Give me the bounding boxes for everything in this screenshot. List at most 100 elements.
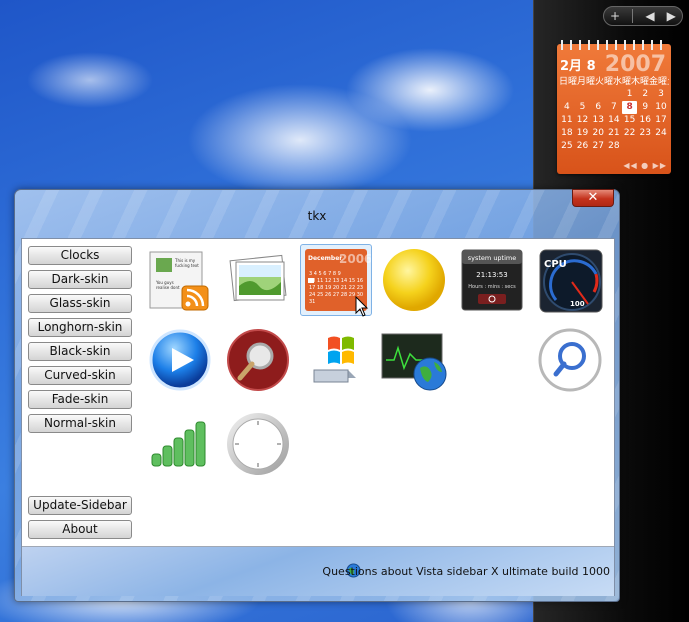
dark-skin-button[interactable]: Dark-skin (28, 270, 132, 289)
update-sidebar-button[interactable]: Update-Sidebar (28, 496, 132, 515)
sidebar-controls: + ◀ ▶ (603, 6, 683, 26)
black-skin-button[interactable]: Black-skin (28, 342, 132, 361)
svg-text:system uptime: system uptime (468, 254, 517, 262)
calendar-week-row: 18 19 20 21 22 23 24 (559, 127, 669, 140)
calendar-day[interactable]: 3 (653, 88, 669, 101)
slideshow-gadget[interactable] (222, 244, 294, 316)
status-text[interactable]: Questions about Vista sidebar X ultimate… (322, 565, 610, 578)
system-uptime-gadget[interactable]: system uptime 21:13:53 Hours : mins : se… (456, 244, 528, 316)
cpu-meter-gadget[interactable]: CPU 100 (534, 244, 606, 316)
sun-icon (383, 249, 445, 311)
calendar-day[interactable]: 27 (590, 140, 606, 153)
svg-text:3 4 5 6 7 8 9: 3 4 5 6 7 8 9 (309, 271, 341, 277)
calendar-weekday-header: 日曜月曜火曜水曜木曜金曜土曜 (559, 77, 669, 87)
calendar-day[interactable]: 8 (621, 101, 638, 114)
uptime-icon: system uptime 21:13:53 Hours : mins : se… (461, 249, 523, 311)
svg-text:December: December (308, 255, 342, 262)
calendar-day[interactable]: 21 (606, 127, 622, 140)
window-client-area: Clocks Dark-skin Glass-skin Longhorn-ski… (21, 238, 615, 596)
glass-skin-button[interactable]: Glass-skin (28, 294, 132, 313)
calendar-week-row: 25 26 27 28 (559, 140, 669, 153)
fade-skin-button[interactable]: Fade-skin (28, 390, 132, 409)
calendar-day[interactable]: 6 (590, 101, 606, 114)
svg-text:realise dont: realise dont (156, 285, 180, 290)
feed-headlines-gadget[interactable]: This is my fucking text You guys realise… (144, 244, 216, 316)
calendar-day[interactable]: 19 (575, 127, 591, 140)
search-gadget[interactable] (222, 324, 294, 396)
svg-text:100: 100 (570, 300, 585, 308)
status-bar: Questions about Vista sidebar X ultimate… (22, 546, 614, 596)
calendar-day (606, 88, 622, 101)
calendar-day[interactable]: 26 (575, 140, 591, 153)
calendar-day[interactable]: 10 (653, 101, 669, 114)
divider (632, 9, 634, 23)
calendar-day[interactable]: 18 (559, 127, 575, 140)
svg-text:10 11 12 13 14 15 16: 10 11 12 13 14 15 16 (309, 278, 363, 284)
settings-window: tkx ✕ Clocks Dark-skin Glass-skin Longho… (14, 189, 620, 602)
calendar-day[interactable]: 14 (606, 114, 622, 127)
svg-text:2006: 2006 (339, 252, 371, 266)
calendar-day[interactable]: 28 (606, 140, 622, 153)
calendar-day[interactable]: 4 (559, 101, 575, 114)
next-page-button[interactable]: ▶ (667, 7, 676, 25)
calendar-day[interactable]: 25 (559, 140, 575, 153)
calendar-week-row: 4 5 6 7 8 9 10 (559, 101, 669, 114)
signal-bars-icon (151, 421, 206, 467)
live-search-icon (538, 328, 602, 392)
calendar-day[interactable]: 22 (622, 127, 638, 140)
svg-text:17 18 19 20 21 22 23: 17 18 19 20 21 22 23 (309, 285, 363, 291)
magnifier-icon (227, 329, 289, 391)
normal-skin-button[interactable]: Normal-skin (28, 414, 132, 433)
picture-icon (229, 254, 287, 302)
calendar-day[interactable]: 11 (559, 114, 575, 127)
calendar-day (653, 140, 669, 153)
calendar-day[interactable]: 13 (590, 114, 606, 127)
calendar-day[interactable]: 17 (653, 114, 669, 127)
calendar-day (559, 88, 575, 101)
network-globe-icon (381, 333, 447, 391)
calendar-day[interactable]: 9 (637, 101, 653, 114)
media-player-gadget[interactable] (144, 324, 216, 396)
bottom-menu: Update-Sidebar About (28, 496, 134, 544)
add-gadget-button[interactable]: + (610, 7, 620, 25)
calendar-day[interactable]: 23 (637, 127, 653, 140)
clocks-button[interactable]: Clocks (28, 246, 132, 265)
calendar-day[interactable]: 5 (575, 101, 591, 114)
calendar-day[interactable]: 20 (590, 127, 606, 140)
svg-text:Hours : mins : secs: Hours : mins : secs (468, 284, 516, 290)
calendar-grid: 1 2 3 4 5 6 7 8 9 10 11 12 13 14 15 16 17 18 19 20 21 22 23 24 2… (559, 88, 669, 153)
calendar-day[interactable]: 12 (575, 114, 591, 127)
feed-icon: This is my fucking text You guys realise… (149, 251, 209, 311)
calendar-day[interactable]: 7 (606, 101, 622, 114)
network-monitor-gadget[interactable] (378, 324, 450, 396)
close-button[interactable]: ✕ (572, 189, 614, 207)
window-title: tkx (307, 209, 327, 223)
calendar-day[interactable]: 2 (637, 88, 653, 101)
calendar-day[interactable]: 15 (622, 114, 638, 127)
skin-menu: Clocks Dark-skin Glass-skin Longhorn-ski… (28, 246, 134, 438)
windows-logo-icon (313, 336, 356, 383)
calendar-day (637, 140, 653, 153)
signal-strength-gadget[interactable] (144, 408, 216, 480)
weather-gadget[interactable] (378, 244, 450, 316)
calendar-gadget[interactable]: 2月 8 2007 日曜月曜火曜水曜木曜金曜土曜 123456789101112… (557, 40, 671, 174)
svg-text:31: 31 (309, 299, 315, 305)
calendar-week-row: 11 12 13 14 15 16 17 (559, 114, 669, 127)
clock-gadget[interactable] (222, 408, 294, 480)
mouse-cursor-icon (355, 296, 369, 317)
longhorn-skin-button[interactable]: Longhorn-skin (28, 318, 132, 337)
live-search-gadget[interactable] (534, 324, 606, 396)
about-button[interactable]: About (28, 520, 132, 539)
calendar-day[interactable]: 16 (637, 114, 653, 127)
windows-gadget[interactable] (300, 324, 372, 396)
calendar-nav[interactable]: ◀◀ ● ▶▶ (623, 161, 667, 170)
calendar-day[interactable]: 1 (622, 88, 638, 101)
svg-text:21:13:53: 21:13:53 (476, 271, 507, 279)
previous-page-button[interactable]: ◀ (645, 7, 654, 25)
svg-text:fucking text: fucking text (175, 263, 199, 268)
calendar-month: 2月 8 (560, 59, 596, 74)
curved-skin-button[interactable]: Curved-skin (28, 366, 132, 385)
calendar-day[interactable]: 24 (653, 127, 669, 140)
calendar-day (575, 88, 591, 101)
calendar-rings (561, 40, 667, 50)
